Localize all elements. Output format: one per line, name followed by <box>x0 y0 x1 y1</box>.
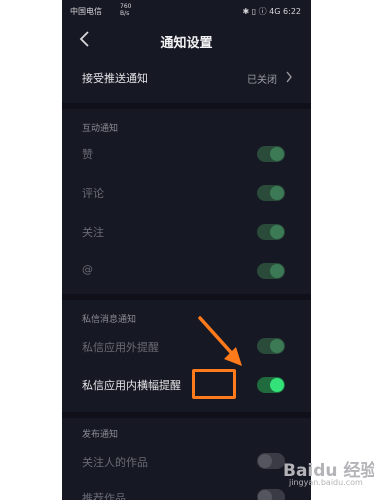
divider <box>62 412 311 418</box>
setting-row-follow[interactable]: 关注 <box>62 214 311 250</box>
toggle-knob <box>270 186 284 200</box>
divider <box>62 294 311 300</box>
setting-label: @ <box>82 263 93 276</box>
status-time: 6:22 <box>283 7 301 16</box>
section-title-publish: 发布通知 <box>82 430 119 440</box>
divider <box>62 103 311 109</box>
toggle-knob <box>258 490 272 500</box>
setting-label: 私信应用外提醒 <box>82 341 159 354</box>
setting-row-dm-banner[interactable]: 私信应用内横幅提醒 <box>62 367 311 403</box>
section-title-private-message: 私信消息通知 <box>82 315 137 325</box>
section-title-interaction: 互动通知 <box>82 124 119 134</box>
carrier-label: 中国电信 <box>70 7 102 16</box>
highlight-box <box>192 369 236 399</box>
toggle-knob <box>258 454 272 468</box>
toggle-knob <box>270 339 284 353</box>
setting-label: 赞 <box>82 148 93 161</box>
toggle-knob <box>270 147 284 161</box>
status-icons: ✱ ▯ ⓘ 4G <box>242 7 281 16</box>
phone-screen: 中国电信 760 B/s ✱ ▯ ⓘ 4G 6:22 通知设置 接受推送通知 已… <box>62 0 311 500</box>
net-speed: 760 B/s <box>120 3 131 17</box>
setting-row-recommended[interactable]: 推荐作品 <box>62 480 311 500</box>
right-margin <box>311 0 374 500</box>
like-toggle[interactable] <box>257 146 285 162</box>
setting-label: 评论 <box>82 187 104 200</box>
setting-row-mention[interactable]: @ <box>62 253 311 289</box>
watermark-url: jingyan.baidu.com <box>289 478 363 487</box>
status-right: ✱ ▯ ⓘ 4G 6:22 <box>242 6 301 17</box>
toggle-knob <box>270 264 284 278</box>
setting-label: 关注人的作品 <box>82 456 148 469</box>
setting-label: 关注 <box>82 226 104 239</box>
push-label: 接受推送通知 <box>82 72 148 85</box>
setting-row-like[interactable]: 赞 <box>62 136 311 172</box>
comment-toggle[interactable] <box>257 185 285 201</box>
chevron-right-icon <box>286 71 292 83</box>
follow-toggle[interactable] <box>257 224 285 240</box>
watermark: Baidu 经验 jingyan.baidu.com <box>283 456 374 496</box>
toggle-knob <box>270 225 284 239</box>
toggle-knob <box>270 378 284 392</box>
net-speed-value: 760 <box>120 3 132 10</box>
dm-outside-toggle[interactable] <box>257 338 285 354</box>
setting-label: 推荐作品 <box>82 492 126 500</box>
mention-toggle[interactable] <box>257 263 285 279</box>
annotation-arrow-icon <box>198 316 242 366</box>
push-status: 已关闭 <box>247 75 277 86</box>
setting-row-comment[interactable]: 评论 <box>62 175 311 211</box>
followed-works-toggle[interactable] <box>257 453 285 469</box>
setting-row-followed-works[interactable]: 关注人的作品 <box>62 444 311 480</box>
push-notification-row[interactable]: 接受推送通知 已关闭 <box>62 60 311 96</box>
left-margin <box>0 0 62 500</box>
recommended-toggle[interactable] <box>257 489 285 500</box>
dm-banner-toggle[interactable] <box>257 377 285 393</box>
setting-row-dm-outside[interactable]: 私信应用外提醒 <box>62 329 311 365</box>
page-title: 通知设置 <box>160 36 213 51</box>
nav-bar: 通知设置 <box>62 24 311 58</box>
net-speed-unit: B/s <box>120 10 130 17</box>
status-bar: 中国电信 760 B/s ✱ ▯ ⓘ 4G 6:22 <box>62 0 311 22</box>
setting-label: 私信应用内横幅提醒 <box>82 379 181 392</box>
